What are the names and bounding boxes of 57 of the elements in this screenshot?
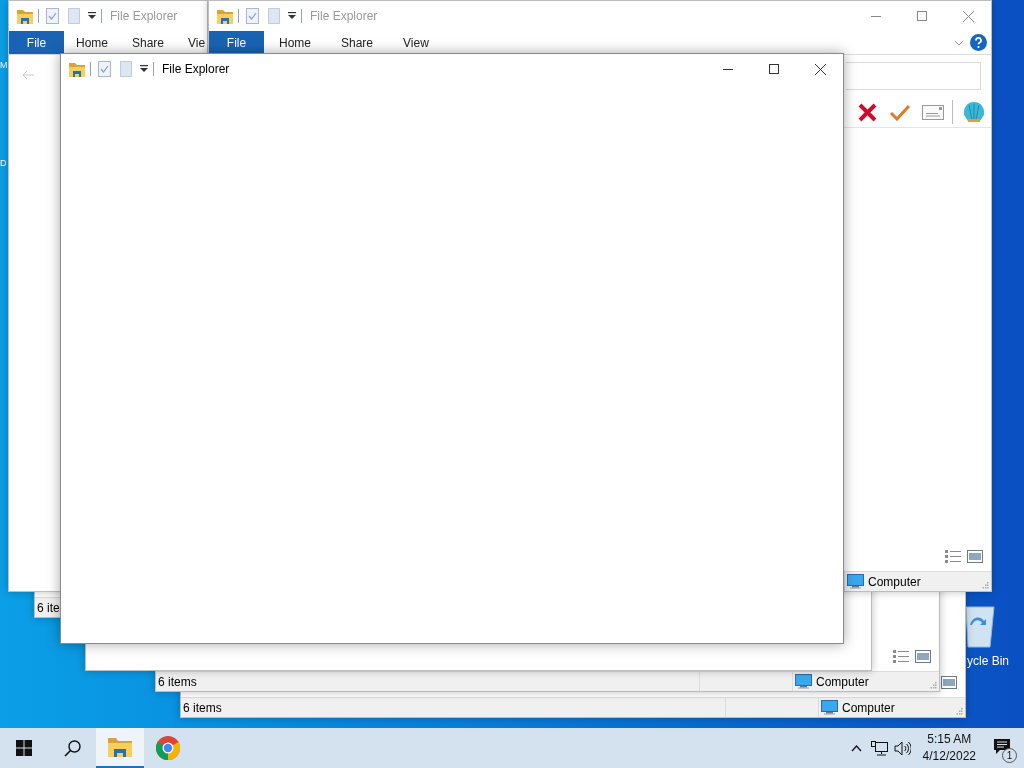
details-view-icon[interactable] xyxy=(893,650,909,663)
network-icon[interactable] xyxy=(870,740,888,756)
ribbon-tab[interactable]: Share xyxy=(326,31,389,54)
resize-grip-icon[interactable] xyxy=(982,582,989,589)
properties-icon[interactable] xyxy=(246,8,259,24)
ribbon-tab[interactable]: Vie xyxy=(176,31,206,54)
dropdown-icon[interactable] xyxy=(288,12,296,20)
location-label: Computer xyxy=(868,573,921,591)
location-label: Computer xyxy=(816,673,869,691)
chevron-down-icon[interactable] xyxy=(954,39,964,46)
volume-icon[interactable] xyxy=(893,740,911,756)
close-icon[interactable] xyxy=(814,63,826,75)
desktop-icon-label[interactable]: ycle Bin xyxy=(967,652,1010,670)
ribbon-tab[interactable]: Home xyxy=(64,31,120,54)
ribbon-tab[interactable]: File xyxy=(209,31,264,54)
resize-grip-icon[interactable] xyxy=(956,708,963,715)
dropdown-icon[interactable] xyxy=(88,12,96,20)
large-icons-view-icon[interactable] xyxy=(967,550,983,563)
search-icon[interactable] xyxy=(63,739,81,757)
computer-icon xyxy=(821,700,838,715)
computer-icon xyxy=(795,674,812,689)
help-icon[interactable] xyxy=(970,34,987,51)
item-count: 6 ite xyxy=(36,599,61,617)
folder-icon[interactable] xyxy=(217,8,233,24)
window-title: File Explorer xyxy=(162,61,230,78)
folder-icon[interactable] xyxy=(69,61,85,77)
large-icons-view-icon[interactable] xyxy=(915,650,931,663)
properties-icon[interactable] xyxy=(46,8,59,24)
resize-grip-icon[interactable] xyxy=(930,682,937,689)
clock[interactable]: 5:15 AM 4/12/2022 xyxy=(918,731,980,765)
folder-icon xyxy=(108,737,132,757)
ribbon-tab[interactable]: View xyxy=(388,31,444,54)
chevron-up-icon[interactable] xyxy=(850,744,862,752)
item-count: 6 items xyxy=(157,673,198,691)
shell-icon[interactable] xyxy=(962,101,986,123)
recycle-bin-icon[interactable] xyxy=(966,603,996,649)
chrome-icon xyxy=(156,736,180,760)
properties-icon[interactable] xyxy=(98,61,111,77)
dropdown-icon[interactable] xyxy=(140,65,148,73)
window-title: File Explorer xyxy=(110,8,178,25)
delete-icon[interactable] xyxy=(858,102,877,122)
envelope-icon[interactable] xyxy=(922,104,944,120)
large-icons-view-icon[interactable] xyxy=(941,676,957,689)
folder-icon[interactable] xyxy=(17,8,33,24)
details-view-icon[interactable] xyxy=(945,550,961,563)
ribbon-tab[interactable]: Home xyxy=(264,31,326,54)
computer-icon xyxy=(847,574,864,589)
item-count: 6 items xyxy=(182,699,223,717)
maximize-icon[interactable] xyxy=(769,64,779,74)
ribbon-tab[interactable]: File xyxy=(9,31,64,54)
notification-button[interactable]: 1 xyxy=(980,728,1024,768)
taskbar-app[interactable] xyxy=(96,728,144,768)
ribbon-tab[interactable]: Share xyxy=(120,31,177,54)
checkmark-icon[interactable] xyxy=(889,103,911,121)
windows-logo-icon[interactable] xyxy=(16,740,32,756)
location-label: Computer xyxy=(842,699,895,717)
window-title: File Explorer xyxy=(310,8,378,25)
